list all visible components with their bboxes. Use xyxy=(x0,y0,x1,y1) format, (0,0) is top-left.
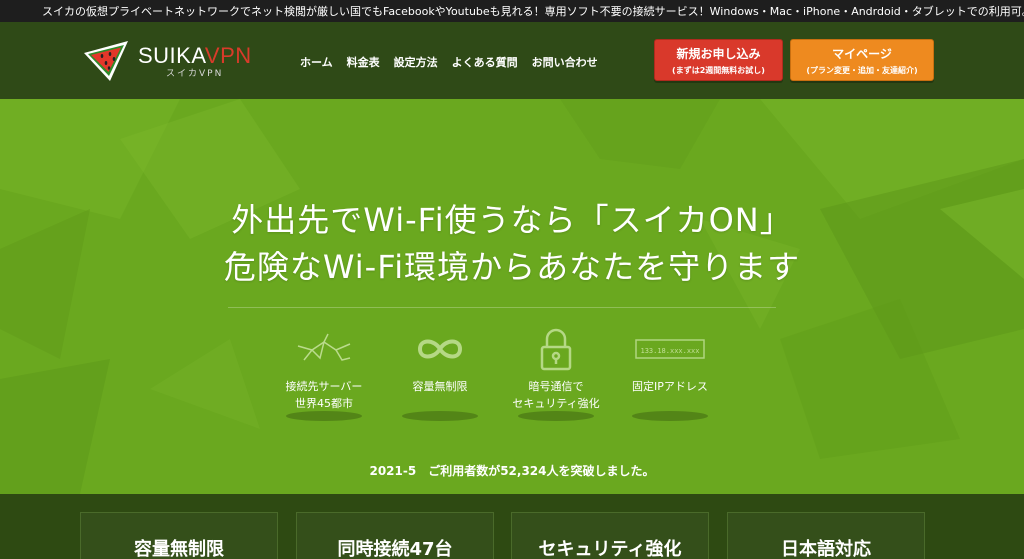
announcement-text: スイカの仮想プライベートネットワークでネット検閲が厳しい国でもFacebookや… xyxy=(42,5,1024,18)
feature-cards-section: 容量無制限 同時接続47台 セキュリティ強化 日本語対応 xyxy=(0,494,1024,559)
lock-icon xyxy=(540,328,572,371)
mypage-button-sublabel: (プラン変更・追加・友達紹介) xyxy=(806,65,918,75)
site-logo[interactable]: SUIKAVPN スイカVPN xyxy=(80,36,260,88)
feature-encryption-line2: セキュリティ強化 xyxy=(512,397,600,410)
mypage-button[interactable]: マイページ (プラン変更・追加・友達紹介) xyxy=(790,39,934,81)
signup-button-sublabel: (まずは2週間無料お試し) xyxy=(672,65,765,75)
hero-divider xyxy=(228,307,776,308)
feature-servers: 接続先サーバー 世界45都市 xyxy=(264,324,384,421)
mypage-button-label: マイページ xyxy=(832,46,892,61)
ip-address-icon: 133.18.xxx.xxx xyxy=(635,339,705,359)
signup-button-label: 新規お申し込み xyxy=(676,46,761,61)
logo-wordmark: SUIKAVPN xyxy=(138,43,252,68)
nav-home[interactable]: ホーム xyxy=(300,54,333,70)
feature-unlimited: 容量無制限 xyxy=(380,324,500,421)
signup-button[interactable]: 新規お申し込み (まずは2週間無料お試し) xyxy=(654,39,783,81)
feature-servers-line2: 世界45都市 xyxy=(295,397,353,410)
nav-faq[interactable]: よくある質問 xyxy=(452,54,518,70)
hero-section: 外出先でWi-Fi使うなら「スイカON」 危険なWi-Fi環境からあなたを守りま… xyxy=(0,99,1024,494)
hero-background-pattern xyxy=(0,99,1024,494)
nav-pricing[interactable]: 料金表 xyxy=(347,54,380,70)
watermelon-icon xyxy=(84,41,128,81)
nav-setup[interactable]: 設定方法 xyxy=(394,54,438,70)
network-icon xyxy=(297,333,351,361)
user-count-notice: 2021-5 ご利用者数が52,324人を突破しました。 xyxy=(369,464,655,478)
top-announcement-bar: スイカの仮想プライベートネットワークでネット検閲が厳しい国でもFacebookや… xyxy=(0,0,1024,22)
feature-static-ip: 133.18.xxx.xxx 固定IPアドレス xyxy=(610,324,730,421)
feature-servers-line1: 接続先サーバー xyxy=(285,380,363,393)
card-simultaneous: 同時接続47台 xyxy=(296,512,494,559)
card-security: セキュリティ強化 xyxy=(511,512,709,559)
hero-headline-line2: 危険なWi-Fi環境からあなたを守ります xyxy=(223,248,801,286)
feature-encryption: 暗号通信で セキュリティ強化 xyxy=(496,324,616,421)
card-unlimited: 容量無制限 xyxy=(80,512,278,559)
card-japanese: 日本語対応 xyxy=(727,512,925,559)
site-header: SUIKAVPN スイカVPN ホーム 料金表 設定方法 よくある質問 お問い合… xyxy=(0,22,1024,99)
ip-address-text: 133.18.xxx.xxx xyxy=(640,347,699,355)
hero-headline-line1: 外出先でWi-Fi使うなら「スイカON」 xyxy=(231,201,793,239)
feature-encryption-line1: 暗号通信で xyxy=(528,380,584,393)
feature-unlimited-line1: 容量無制限 xyxy=(412,380,468,393)
logo-subtitle: スイカVPN xyxy=(166,69,224,79)
main-navigation: ホーム 料金表 設定方法 よくある質問 お問い合わせ xyxy=(300,54,612,70)
feature-static-ip-line1: 固定IPアドレス xyxy=(632,380,708,393)
nav-contact[interactable]: お問い合わせ xyxy=(532,54,598,70)
hero-headline: 外出先でWi-Fi使うなら「スイカON」 危険なWi-Fi環境からあなたを守りま… xyxy=(0,197,1024,291)
infinity-icon xyxy=(417,339,463,359)
